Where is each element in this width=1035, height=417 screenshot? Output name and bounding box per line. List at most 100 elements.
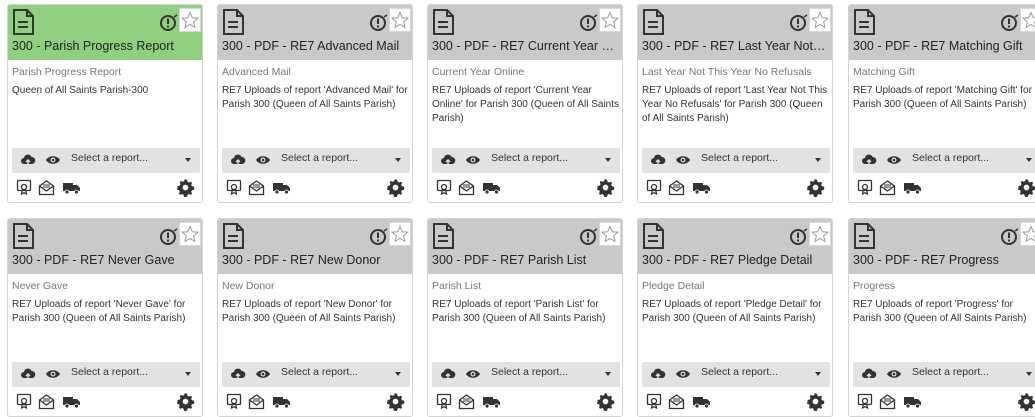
gear-icon[interactable] (176, 392, 195, 412)
envelope-icon[interactable] (458, 179, 475, 196)
eye-icon[interactable] (886, 153, 902, 167)
report-select[interactable]: Select a report... (491, 152, 615, 169)
eye-icon[interactable] (45, 367, 61, 381)
delivery-truck-icon[interactable] (272, 393, 292, 410)
eye-icon[interactable] (45, 153, 61, 167)
certificate-icon[interactable] (226, 393, 243, 410)
card-header[interactable]: 300 - PDF - RE7 Current Year Onl... (428, 5, 622, 60)
envelope-icon[interactable] (879, 393, 896, 410)
report-card[interactable]: 300 - PDF - RE7 Pledge Detail Pledge Det… (637, 218, 833, 417)
report-select[interactable]: Select a report... (491, 366, 615, 383)
alert-icon[interactable] (159, 227, 179, 247)
eye-icon[interactable] (675, 367, 691, 381)
certificate-icon[interactable] (436, 179, 453, 196)
certificate-icon[interactable] (436, 393, 453, 410)
delivery-truck-icon[interactable] (62, 393, 82, 410)
report-select[interactable]: Select a report... (281, 366, 405, 383)
report-card[interactable]: 300 - PDF - RE7 Progress Progress RE7 Up… (848, 218, 1035, 417)
certificate-icon[interactable] (857, 393, 874, 410)
delivery-truck-icon[interactable] (272, 179, 292, 196)
cloud-upload-icon[interactable] (861, 367, 877, 381)
eye-icon[interactable] (255, 153, 271, 167)
cloud-upload-icon[interactable] (650, 153, 666, 167)
delivery-truck-icon[interactable] (482, 393, 502, 410)
cloud-upload-icon[interactable] (230, 367, 246, 381)
certificate-icon[interactable] (16, 179, 33, 196)
alert-icon[interactable] (579, 13, 599, 33)
report-card[interactable]: 300 - PDF - RE7 Current Year Onl... Curr… (427, 4, 623, 203)
alert-icon[interactable] (369, 227, 389, 247)
cloud-upload-icon[interactable] (20, 153, 36, 167)
card-header[interactable]: 300 - PDF - RE7 Pledge Detail (638, 219, 832, 274)
report-select[interactable]: Select a report... (281, 152, 405, 169)
gear-icon[interactable] (596, 392, 615, 412)
alert-icon[interactable] (579, 227, 599, 247)
eye-icon[interactable] (465, 153, 481, 167)
favorite-star-button[interactable] (179, 222, 201, 246)
envelope-icon[interactable] (668, 393, 685, 410)
eye-icon[interactable] (255, 367, 271, 381)
envelope-icon[interactable] (248, 179, 265, 196)
alert-icon[interactable] (159, 13, 179, 33)
gear-icon[interactable] (806, 178, 825, 198)
favorite-star-button[interactable] (1020, 8, 1035, 32)
card-header[interactable]: 300 - PDF - RE7 Last Year Not Th... (638, 5, 832, 60)
gear-icon[interactable] (386, 392, 405, 412)
report-card[interactable]: 300 - PDF - RE7 Advanced Mail Advanced M… (217, 4, 413, 203)
card-header[interactable]: 300 - PDF - RE7 Advanced Mail (218, 5, 412, 60)
alert-icon[interactable] (789, 227, 809, 247)
report-select[interactable]: Select a report... (912, 152, 1035, 169)
report-select[interactable]: Select a report... (701, 152, 825, 169)
gear-icon[interactable] (386, 178, 405, 198)
delivery-truck-icon[interactable] (62, 179, 82, 196)
report-select[interactable]: Select a report... (701, 366, 825, 383)
alert-icon[interactable] (1000, 13, 1020, 33)
gear-icon[interactable] (176, 178, 195, 198)
certificate-icon[interactable] (857, 179, 874, 196)
delivery-truck-icon[interactable] (692, 393, 712, 410)
card-header[interactable]: 300 - Parish Progress Report (8, 5, 202, 60)
eye-icon[interactable] (675, 153, 691, 167)
report-card[interactable]: 300 - PDF - RE7 Last Year Not Th... Last… (637, 4, 833, 203)
cloud-upload-icon[interactable] (230, 153, 246, 167)
favorite-star-button[interactable] (179, 8, 201, 32)
favorite-star-button[interactable] (389, 8, 411, 32)
gear-icon[interactable] (806, 392, 825, 412)
delivery-truck-icon[interactable] (482, 179, 502, 196)
alert-icon[interactable] (1000, 227, 1020, 247)
report-card[interactable]: 300 - PDF - RE7 Never Gave Never Gave RE… (7, 218, 203, 417)
gear-icon[interactable] (1017, 392, 1035, 412)
report-card[interactable]: 300 - PDF - RE7 New Donor New Donor RE7 … (217, 218, 413, 417)
envelope-icon[interactable] (38, 393, 55, 410)
favorite-star-button[interactable] (809, 8, 831, 32)
envelope-icon[interactable] (248, 393, 265, 410)
cloud-upload-icon[interactable] (650, 367, 666, 381)
envelope-icon[interactable] (668, 179, 685, 196)
report-card[interactable]: 300 - Parish Progress Report Parish Prog… (7, 4, 203, 203)
envelope-icon[interactable] (879, 179, 896, 196)
eye-icon[interactable] (465, 367, 481, 381)
report-select[interactable]: Select a report... (912, 366, 1035, 383)
report-select[interactable]: Select a report... (71, 152, 195, 169)
certificate-icon[interactable] (16, 393, 33, 410)
cloud-upload-icon[interactable] (440, 153, 456, 167)
envelope-icon[interactable] (458, 393, 475, 410)
report-card[interactable]: 300 - PDF - RE7 Matching Gift Matching G… (848, 4, 1035, 203)
favorite-star-button[interactable] (809, 222, 831, 246)
gear-icon[interactable] (596, 178, 615, 198)
favorite-star-button[interactable] (1020, 222, 1035, 246)
card-header[interactable]: 300 - PDF - RE7 New Donor (218, 219, 412, 274)
cloud-upload-icon[interactable] (440, 367, 456, 381)
card-header[interactable]: 300 - PDF - RE7 Never Gave (8, 219, 202, 274)
alert-icon[interactable] (369, 13, 389, 33)
report-card[interactable]: 300 - PDF - RE7 Parish List Parish List … (427, 218, 623, 417)
certificate-icon[interactable] (226, 179, 243, 196)
certificate-icon[interactable] (646, 393, 663, 410)
card-header[interactable]: 300 - PDF - RE7 Matching Gift (849, 5, 1035, 60)
favorite-star-button[interactable] (599, 8, 621, 32)
delivery-truck-icon[interactable] (903, 393, 923, 410)
certificate-icon[interactable] (646, 179, 663, 196)
cloud-upload-icon[interactable] (20, 367, 36, 381)
envelope-icon[interactable] (38, 179, 55, 196)
favorite-star-button[interactable] (599, 222, 621, 246)
